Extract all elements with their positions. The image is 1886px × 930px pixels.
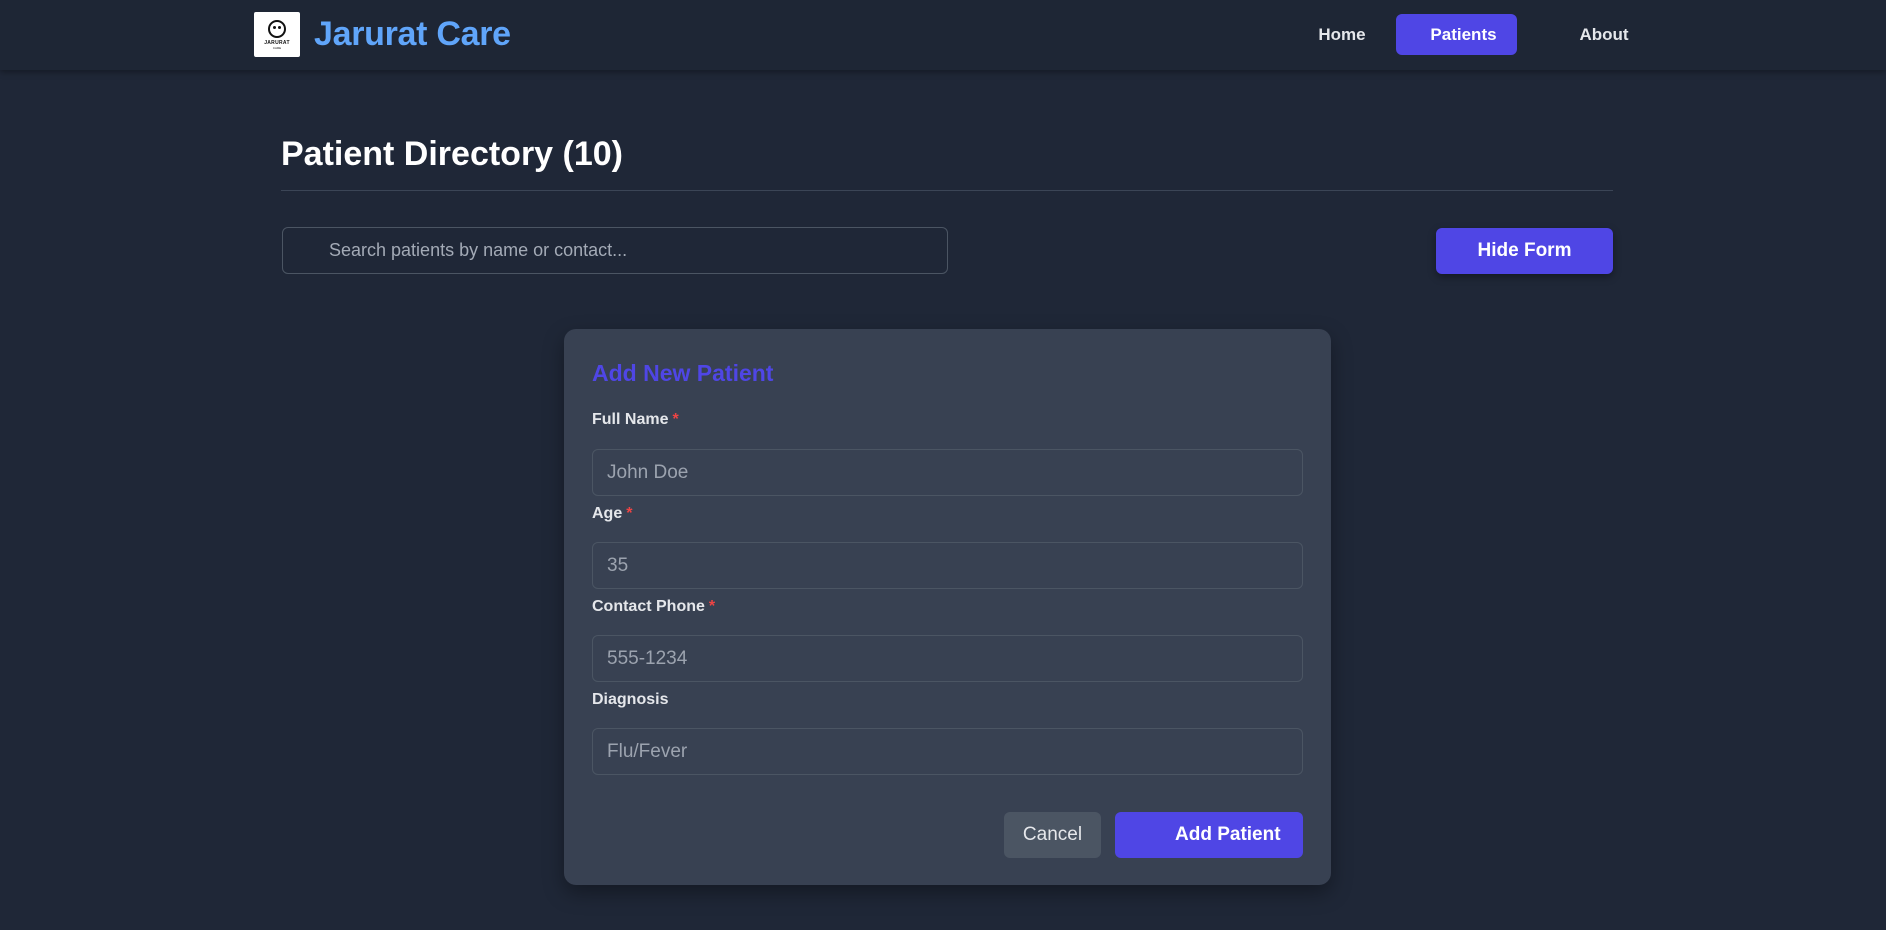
search-input[interactable] <box>282 227 948 274</box>
diagnosis-label: Diagnosis <box>592 691 668 709</box>
brand[interactable]: JARURAT CARE Jarurat Care <box>254 12 511 57</box>
full-name-label-text: Full Name <box>592 411 669 428</box>
brand-name: Jarurat Care <box>314 15 511 53</box>
top-navbar: JARURAT CARE Jarurat Care Home Patients … <box>0 0 1886 70</box>
brand-logo: JARURAT CARE <box>254 12 300 57</box>
contact-phone-label: Contact Phone * <box>592 598 715 616</box>
logo-face-icon <box>268 19 286 38</box>
nav-link-home[interactable]: Home <box>1310 14 1374 55</box>
add-patient-form: Add New Patient Full Name* Age* Contact … <box>564 329 1331 885</box>
contact-phone-label-text: Contact Phone <box>592 598 705 615</box>
diagnosis-label-text: Diagnosis <box>592 691 669 708</box>
required-marker: * <box>626 505 633 522</box>
required-marker: * <box>672 411 679 428</box>
age-label-text: Age <box>592 505 623 522</box>
nav-link-about[interactable]: About <box>1570 14 1638 55</box>
add-patient-button[interactable]: Add Patient <box>1115 812 1303 858</box>
diagnosis-input[interactable] <box>592 728 1303 775</box>
cancel-button[interactable]: Cancel <box>1004 812 1101 858</box>
age-input[interactable] <box>592 542 1303 589</box>
required-marker: * <box>708 598 716 615</box>
full-name-input[interactable] <box>592 449 1303 496</box>
age-label: Age * <box>592 505 632 523</box>
nav-link-patients[interactable]: Patients <box>1396 14 1517 55</box>
contact-phone-input[interactable] <box>592 635 1303 682</box>
title-divider <box>281 190 1613 191</box>
page-title: Patient Directory (10) <box>281 135 623 173</box>
full-name-label: Full Name * <box>592 411 679 429</box>
logo-subtext: CARE <box>272 45 282 50</box>
hide-form-button[interactable]: Hide Form <box>1436 228 1613 274</box>
form-title: Add New Patient <box>592 360 774 386</box>
